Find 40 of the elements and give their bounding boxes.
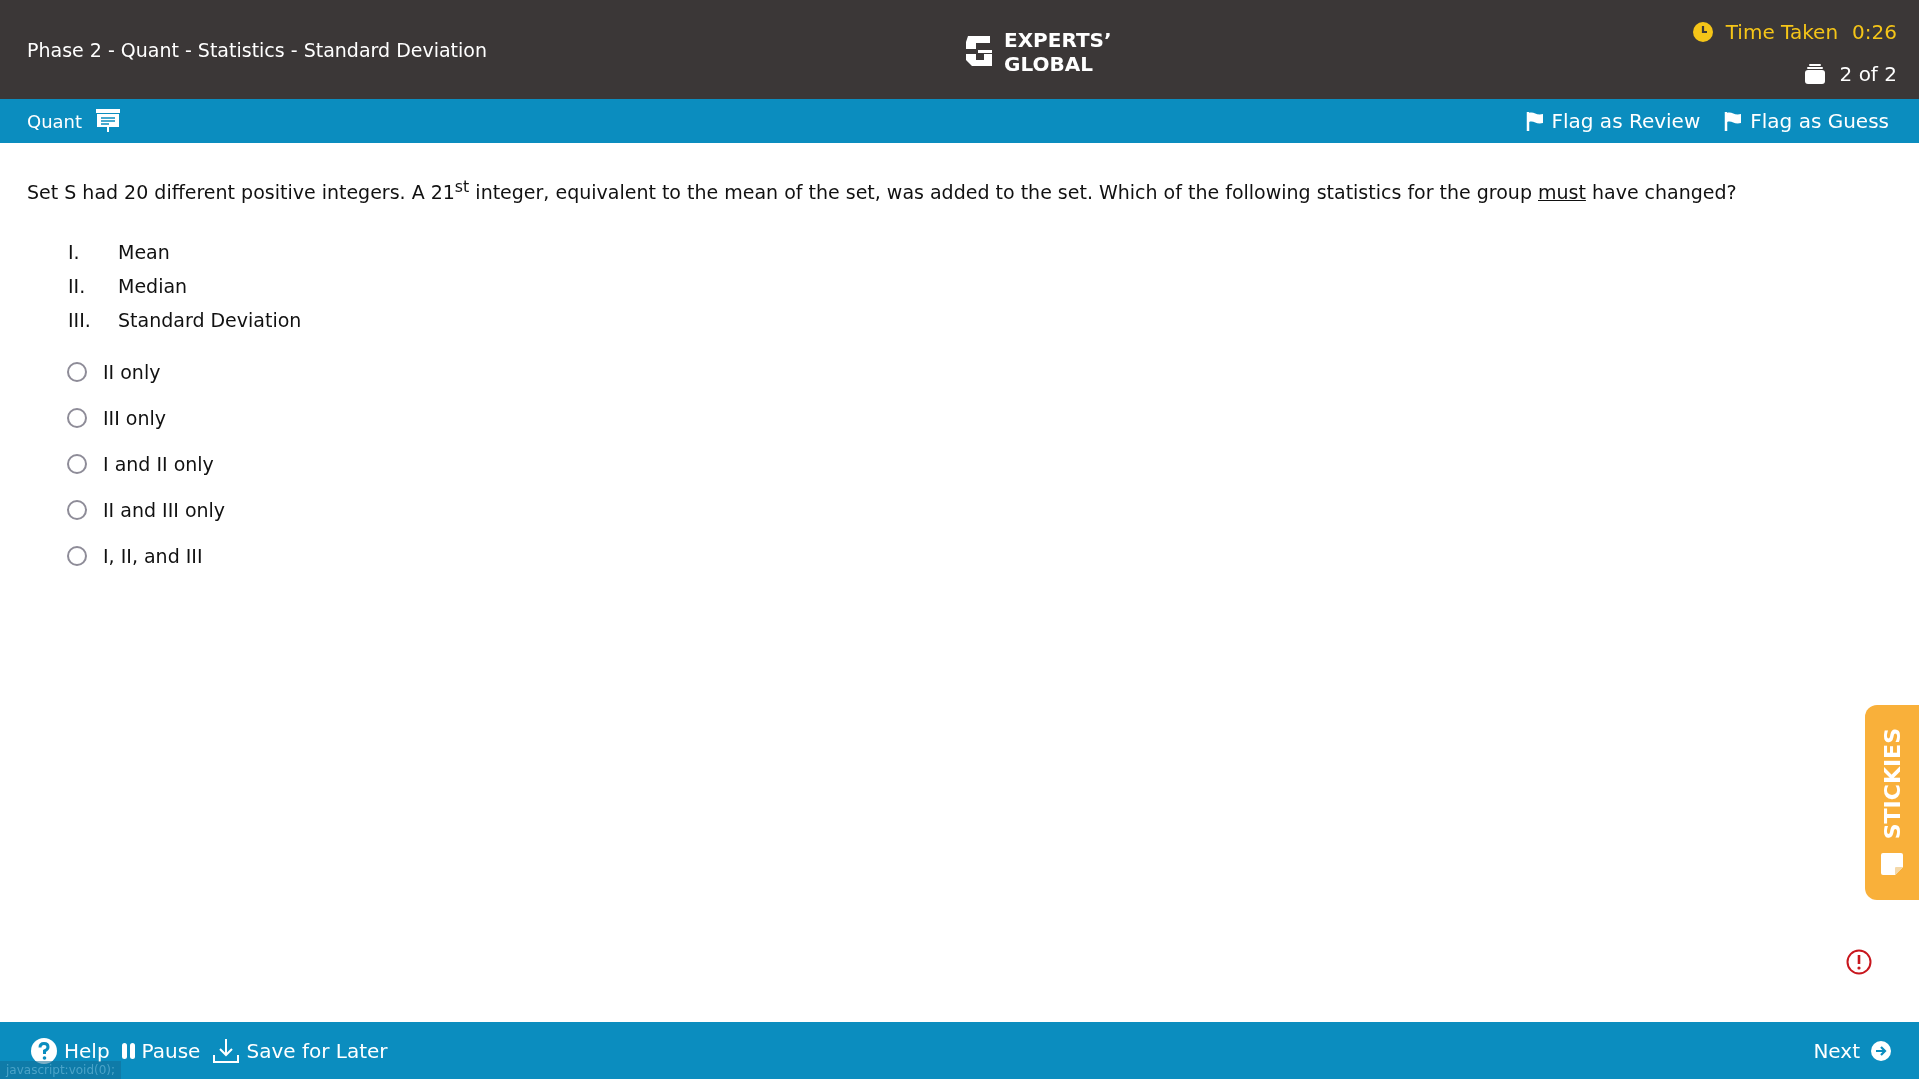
- option-label[interactable]: I and II only: [103, 453, 214, 476]
- roman-numeral: II.: [68, 275, 87, 298]
- logo-text: EXPERTS’: [1004, 28, 1112, 52]
- statement-text: Mean: [118, 241, 170, 264]
- flag-button[interactable]: Flag as Guess: [1724, 109, 1889, 133]
- clock-icon: [1691, 20, 1714, 43]
- next-button[interactable]: Next: [1813, 1038, 1892, 1063]
- timer-label: Time Taken: [1725, 19, 1839, 44]
- help-icon: [30, 1036, 58, 1065]
- radio-button[interactable]: [67, 546, 87, 567]
- radio-button[interactable]: [67, 454, 87, 475]
- download-icon: [212, 1037, 241, 1064]
- flag-icon: [1724, 111, 1743, 131]
- alert-icon[interactable]: [1846, 949, 1872, 975]
- statement-text: Standard Deviation: [118, 309, 302, 332]
- question-counter: 2 of 2: [1839, 61, 1897, 86]
- logo-text: GLOBAL: [1004, 52, 1094, 76]
- timer-value: 0:26: [1852, 19, 1897, 44]
- flag-icon: [1525, 111, 1544, 131]
- page-title: Phase 2 - Quant - Statistics - Standard Deviation: [27, 38, 487, 61]
- browser-status-text: javascript:void(0);: [0, 1061, 122, 1079]
- option-label[interactable]: I, II, and III: [103, 545, 203, 568]
- question-text: Set S had 20 different positive integers. A 21$^{st}$ integer, equivalent to the mean of the set, was added to the set. Which of the following statistics for the group must have changed?: [27, 177, 1738, 204]
- presentation-board-icon[interactable]: [96, 109, 121, 133]
- roman-numeral: III.: [68, 309, 92, 332]
- option-label[interactable]: II only: [103, 361, 161, 384]
- roman-numeral: I.: [68, 241, 81, 264]
- section-name: Quant: [27, 110, 83, 132]
- radio-button[interactable]: [67, 408, 87, 429]
- statement-text: Median: [118, 275, 188, 298]
- pause-icon: [121, 1041, 136, 1060]
- footer-button[interactable]: Save for Later: [212, 1037, 388, 1064]
- radio-button[interactable]: [67, 500, 87, 521]
- option-label[interactable]: II and III only: [103, 499, 226, 522]
- flag-button[interactable]: Flag as Review: [1525, 109, 1701, 133]
- stack-icon: [1803, 63, 1826, 84]
- footer-button[interactable]: Pause: [121, 1038, 201, 1063]
- option-label[interactable]: III only: [103, 407, 167, 430]
- sticky-note-icon: [1879, 851, 1905, 878]
- radio-button[interactable]: [67, 362, 87, 383]
